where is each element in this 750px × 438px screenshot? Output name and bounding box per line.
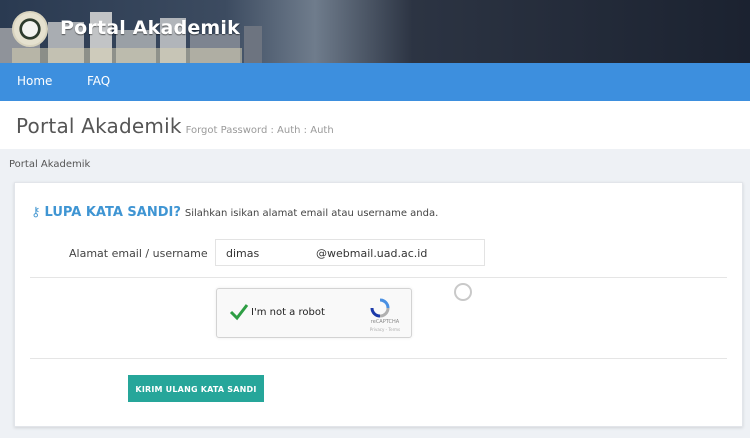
check-icon[interactable] [229,303,249,321]
loading-spinner-icon [454,283,472,301]
page-subtitle: Forgot Password : Auth : Auth [185,125,334,136]
captcha-label: I'm not a robot [251,307,325,318]
recaptcha-brand: reCAPTCHA [370,319,400,325]
university-seal-icon[interactable] [12,11,48,47]
recaptcha-logo-icon [370,298,390,318]
header-banner: Portal Akademik [0,0,750,63]
form-heading: ⚷ LUPA KATA SANDI? Silahkan isikan alama… [31,205,438,220]
nav-home-link[interactable]: Home [17,74,52,88]
email-field-username: dimas [226,247,260,260]
email-field-label: Alamat email / username [69,247,208,260]
form-heading-title: LUPA KATA SANDI? [44,205,181,220]
recaptcha-terms[interactable]: Privacy - Terms [363,327,407,332]
recaptcha-widget[interactable]: I'm not a robot reCAPTCHA Privacy - Term… [216,288,412,338]
resend-password-button[interactable]: KIRIM ULANG KATA SANDI [128,375,264,402]
divider [30,277,727,278]
form-heading-description: Silahkan isikan alamat email atau userna… [184,208,439,219]
nav-faq-link[interactable]: FAQ [87,74,110,88]
top-navbar: Home FAQ [0,63,750,101]
key-icon: ⚷ [31,205,41,220]
app-title[interactable]: Portal Akademik [60,17,240,39]
page-title: Portal Akademik Forgot Password : Auth : … [16,114,334,138]
email-field[interactable]: dimas @webmail.uad.ac.id [215,239,485,266]
email-field-domain: @webmail.uad.ac.id [316,247,428,260]
divider [30,358,727,359]
page-title-text: Portal Akademik [16,114,182,138]
breadcrumb[interactable]: Portal Akademik [9,159,90,170]
